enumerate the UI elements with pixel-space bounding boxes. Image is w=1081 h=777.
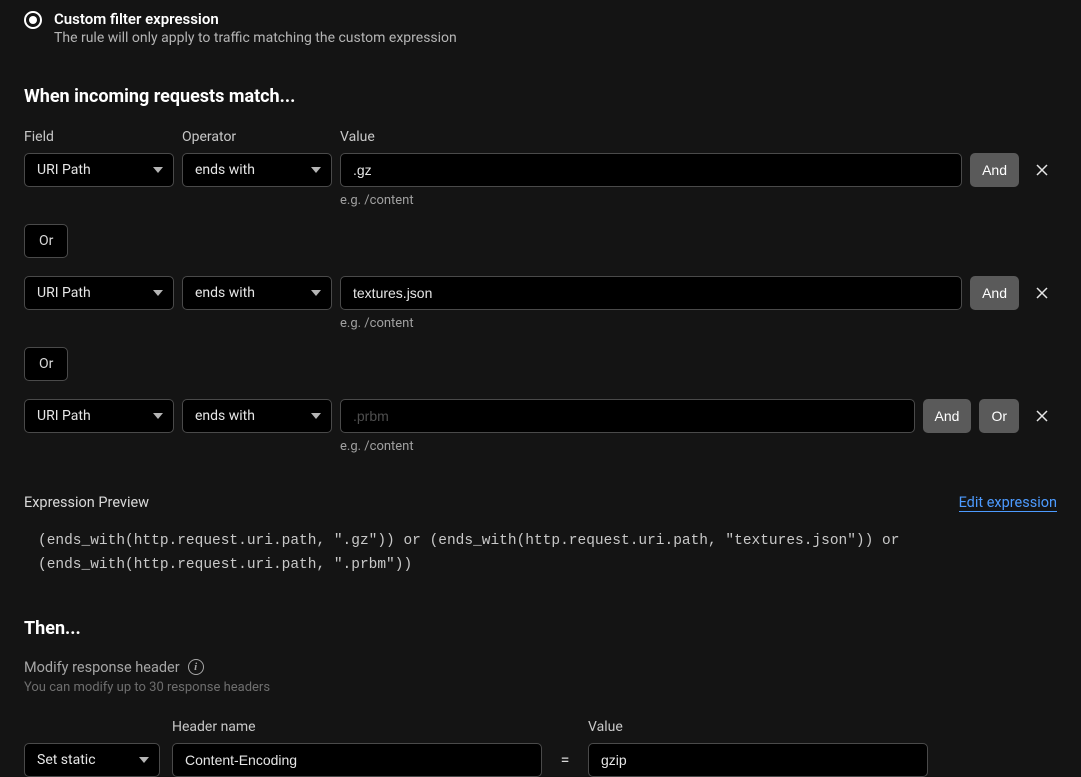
field-select-value: URI Path [37, 408, 91, 424]
preview-line: (ends_with(http.request.uri.path, ".prbm… [38, 554, 1057, 578]
value-hint: e.g. /content [340, 439, 1011, 454]
or-separator: Or [24, 224, 1057, 258]
and-button[interactable]: And [923, 399, 972, 433]
value-hint: e.g. /content [340, 316, 1011, 331]
hint-row: e.g. /content [24, 310, 1057, 331]
value-input[interactable] [340, 276, 962, 310]
header-name-input[interactable] [172, 743, 542, 777]
header-column-labels: Header name Value [24, 719, 1057, 735]
and-button[interactable]: And [970, 276, 1019, 310]
action-select-value: Set static [37, 752, 96, 768]
chevron-down-icon [311, 290, 321, 296]
filter-option-custom[interactable]: Custom filter expression The rule will o… [24, 10, 1057, 46]
preview-title: Expression Preview [24, 494, 149, 511]
rule-row-buttons: And Or [923, 399, 1019, 433]
field-select-value: URI Path [37, 285, 91, 301]
then-section-title: Then... [24, 618, 1057, 639]
rule-row: URI Path ends with And [24, 153, 1057, 187]
chevron-down-icon [311, 167, 321, 173]
label-header-name: Header name [172, 719, 542, 735]
modify-label-text: Modify response header [24, 659, 180, 676]
match-section-title: When incoming requests match... [24, 86, 1057, 107]
hint-row: e.g. /content [24, 187, 1057, 208]
operator-select[interactable]: ends with [182, 153, 332, 187]
preview-header: Expression Preview Edit expression [24, 494, 1057, 512]
edit-expression-link[interactable]: Edit expression [959, 494, 1057, 512]
filter-option-subtitle: The rule will only apply to traffic matc… [54, 30, 457, 46]
field-select-value: URI Path [37, 162, 91, 178]
or-separator: Or [24, 347, 1057, 381]
label-header-value: Value [588, 719, 928, 735]
chevron-down-icon [311, 413, 321, 419]
field-select[interactable]: URI Path [24, 153, 174, 187]
info-icon[interactable]: i [188, 659, 204, 675]
label-field: Field [24, 129, 174, 145]
rule-row-buttons: And [970, 153, 1019, 187]
header-value-input[interactable] [588, 743, 928, 777]
chevron-down-icon [153, 167, 163, 173]
operator-select[interactable]: ends with [182, 276, 332, 310]
operator-select-value: ends with [195, 408, 255, 424]
modify-limit-hint: You can modify up to 30 response headers [24, 680, 1057, 695]
field-select[interactable]: URI Path [24, 276, 174, 310]
rule-row: URI Path ends with And [24, 276, 1057, 310]
value-input[interactable] [340, 399, 915, 433]
or-pill[interactable]: Or [24, 224, 68, 258]
filter-option-text: Custom filter expression The rule will o… [54, 10, 457, 46]
operator-select-value: ends with [195, 285, 255, 301]
header-row: Set static = [24, 743, 1057, 777]
remove-row-button[interactable] [1027, 153, 1057, 187]
field-select[interactable]: URI Path [24, 399, 174, 433]
radio-selected-icon [24, 11, 42, 29]
or-button[interactable]: Or [979, 399, 1019, 433]
rule-row-buttons: And [970, 276, 1019, 310]
or-pill[interactable]: Or [24, 347, 68, 381]
chevron-down-icon [139, 757, 149, 763]
chevron-down-icon [153, 413, 163, 419]
modify-response-header-label: Modify response header i [24, 659, 1057, 676]
expression-preview-code: (ends_with(http.request.uri.path, ".gz")… [24, 530, 1057, 578]
chevron-down-icon [153, 290, 163, 296]
filter-option-title: Custom filter expression [54, 10, 457, 28]
label-value: Value [340, 129, 911, 145]
remove-row-button[interactable] [1027, 399, 1057, 433]
match-column-headers: Field Operator Value [24, 129, 1057, 145]
value-hint: e.g. /content [340, 193, 1011, 208]
operator-select-value: ends with [195, 162, 255, 178]
action-select[interactable]: Set static [24, 743, 160, 777]
value-input[interactable] [340, 153, 962, 187]
equals-sign: = [554, 750, 576, 769]
hint-row: e.g. /content [24, 433, 1057, 454]
and-button[interactable]: And [970, 153, 1019, 187]
operator-select[interactable]: ends with [182, 399, 332, 433]
remove-row-button[interactable] [1027, 276, 1057, 310]
rule-row: URI Path ends with And Or [24, 399, 1057, 433]
label-operator: Operator [182, 129, 332, 145]
preview-line: (ends_with(http.request.uri.path, ".gz")… [38, 530, 1057, 554]
